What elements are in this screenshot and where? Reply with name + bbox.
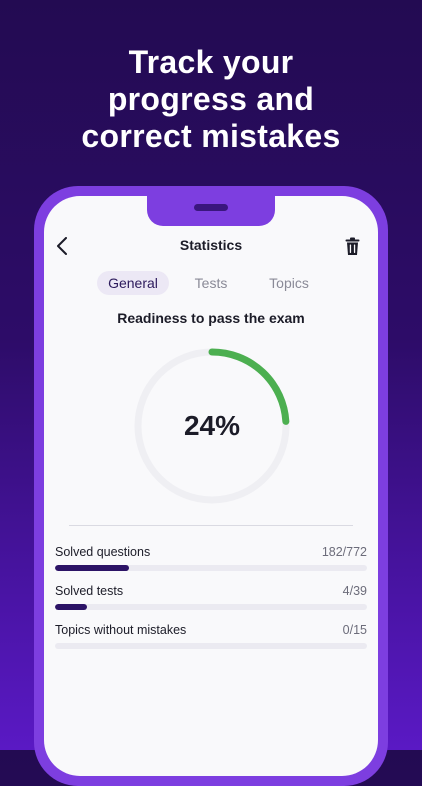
stat-value: 0/15	[342, 623, 367, 637]
stats-tabs: General Tests Topics	[44, 271, 378, 295]
delete-statistics-button[interactable]	[342, 234, 362, 258]
readiness-title: Readiness to pass the exam	[117, 310, 305, 326]
stat-label: Solved tests	[55, 584, 124, 598]
progress-bar-track	[55, 643, 367, 649]
stat-label: Topics without mistakes	[55, 623, 187, 637]
stat-solved-questions: Solved questions 182/772	[55, 545, 367, 575]
promo-headline-line-1: Track your	[128, 44, 294, 80]
promo-headline-line-3: correct mistakes	[81, 118, 341, 154]
phone-notch	[147, 196, 275, 226]
stat-solved-tests: Solved tests 4/39	[55, 584, 367, 614]
tab-general[interactable]: General	[97, 271, 169, 295]
stat-value: 182/772	[321, 545, 367, 559]
progress-bar-fill	[55, 565, 129, 571]
stat-topics-without-mistakes: Topics without mistakes 0/15	[55, 623, 367, 653]
divider	[69, 525, 353, 526]
promo-headline: Track your progress and correct mistakes	[0, 44, 422, 155]
progress-bar-track	[55, 604, 367, 610]
progress-bar-fill	[55, 604, 87, 610]
tab-topics[interactable]: Topics	[258, 271, 320, 295]
stat-label: Solved questions	[55, 545, 151, 559]
progress-bar-track	[55, 565, 367, 571]
promo-headline-line-2: progress and	[107, 81, 315, 117]
tab-tests[interactable]: Tests	[184, 271, 238, 295]
readiness-percent: 24%	[183, 410, 241, 441]
phone-screen: Statistics General Tests Topics Readines…	[44, 196, 378, 776]
screen-title: Statistics	[179, 237, 243, 253]
trash-icon	[345, 237, 359, 255]
stat-value: 4/39	[342, 584, 367, 598]
phone-speaker	[194, 204, 228, 211]
